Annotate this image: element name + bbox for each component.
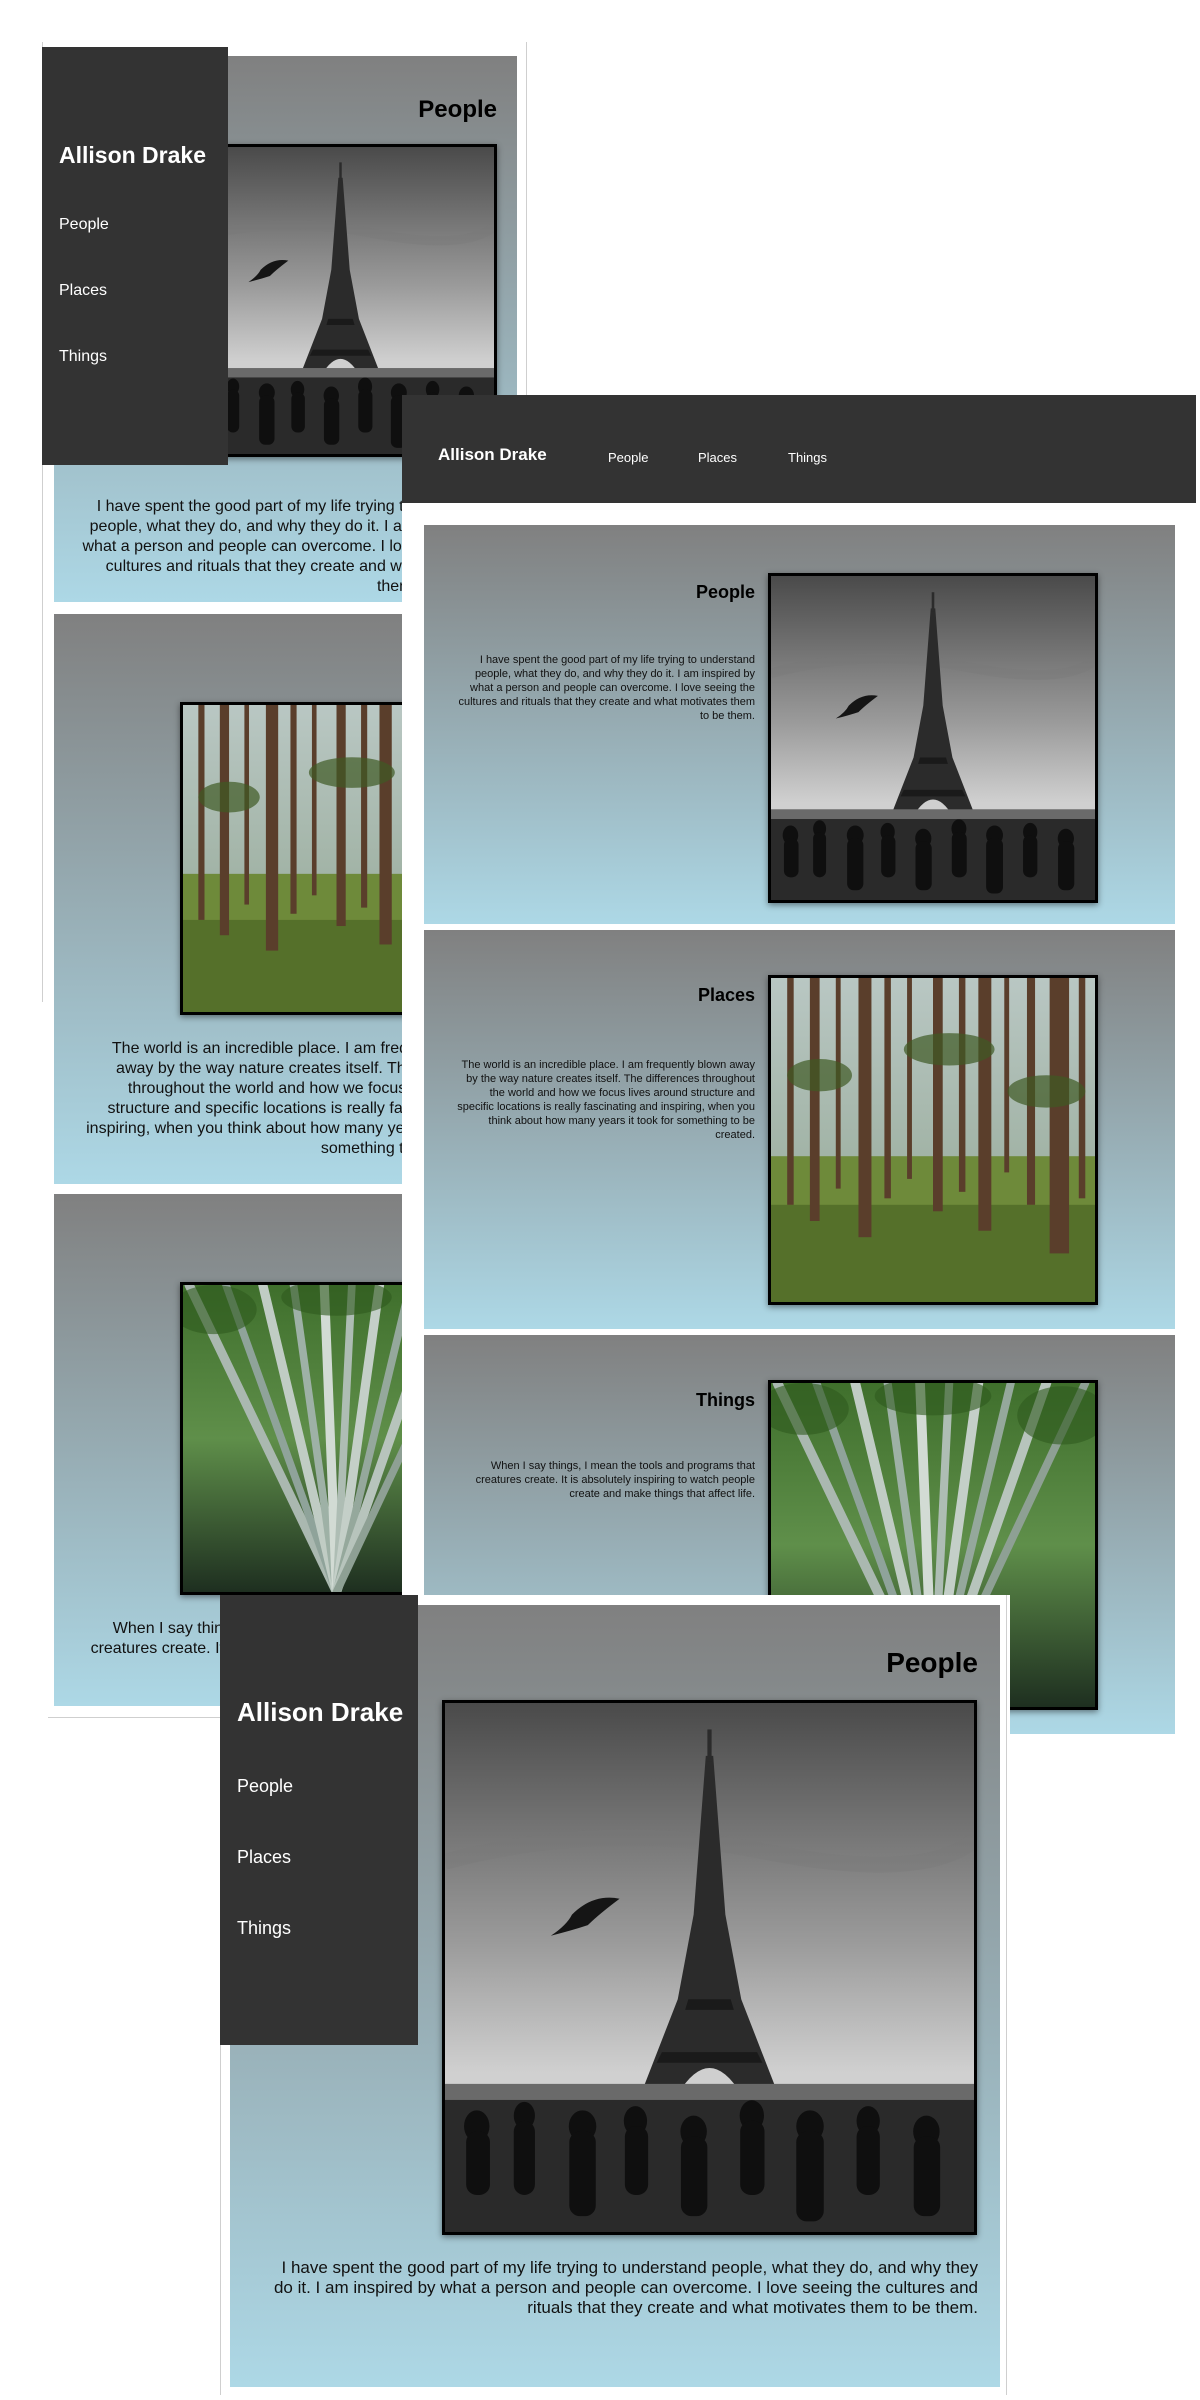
top-nav-bar: Allison Drake People Places Things <box>402 395 1196 503</box>
section-places: Places The world is an incredible place.… <box>424 930 1175 1329</box>
nav-link-people[interactable]: People <box>608 450 648 465</box>
section-text: The world is an incredible place. I am f… <box>457 1059 755 1141</box>
section-title: Things <box>696 1390 755 1410</box>
section-text: When I say things, I mean the tools and … <box>475 1460 755 1500</box>
section-title: Places <box>697 985 755 1005</box>
section-text: I have spent the good part of my life tr… <box>458 654 755 722</box>
nav-link-things[interactable]: Things <box>59 348 107 366</box>
eiffel-tower-photo <box>768 573 1098 903</box>
desktop-view-topbar: Allison Drake People Places Things Peopl… <box>402 395 1198 1740</box>
nav-link-places[interactable]: Places <box>59 282 107 300</box>
section-title: People <box>418 96 497 123</box>
tablet-view-sidebar-bottom: People I have spent the good part of my … <box>220 1595 1010 2395</box>
nav-link-places[interactable]: Places <box>698 450 737 465</box>
nav-link-places[interactable]: Places <box>237 1847 291 1868</box>
nav-link-people[interactable]: People <box>237 1776 293 1797</box>
nav-link-things[interactable]: Things <box>788 450 827 465</box>
section-title: People <box>886 1647 978 1678</box>
pine-forest-photo <box>768 975 1098 1305</box>
section-text: I have spent the good part of my life tr… <box>273 2258 978 2317</box>
section-people: People I have spent the good part of my … <box>424 525 1175 924</box>
sidebar-nav: Allison Drake People Places Things <box>42 47 228 465</box>
sidebar-nav: Allison Drake People Places Things <box>220 1595 418 2045</box>
section-title: People <box>695 582 755 602</box>
brand-logo[interactable]: Allison Drake <box>237 1697 403 1728</box>
frame-right-border <box>1006 1595 1007 2395</box>
eiffel-tower-photo <box>442 1700 977 2235</box>
nav-link-people[interactable]: People <box>59 216 109 234</box>
nav-link-things[interactable]: Things <box>237 1918 291 1939</box>
brand-logo[interactable]: Allison Drake <box>59 142 206 169</box>
brand-logo[interactable]: Allison Drake <box>438 445 547 465</box>
